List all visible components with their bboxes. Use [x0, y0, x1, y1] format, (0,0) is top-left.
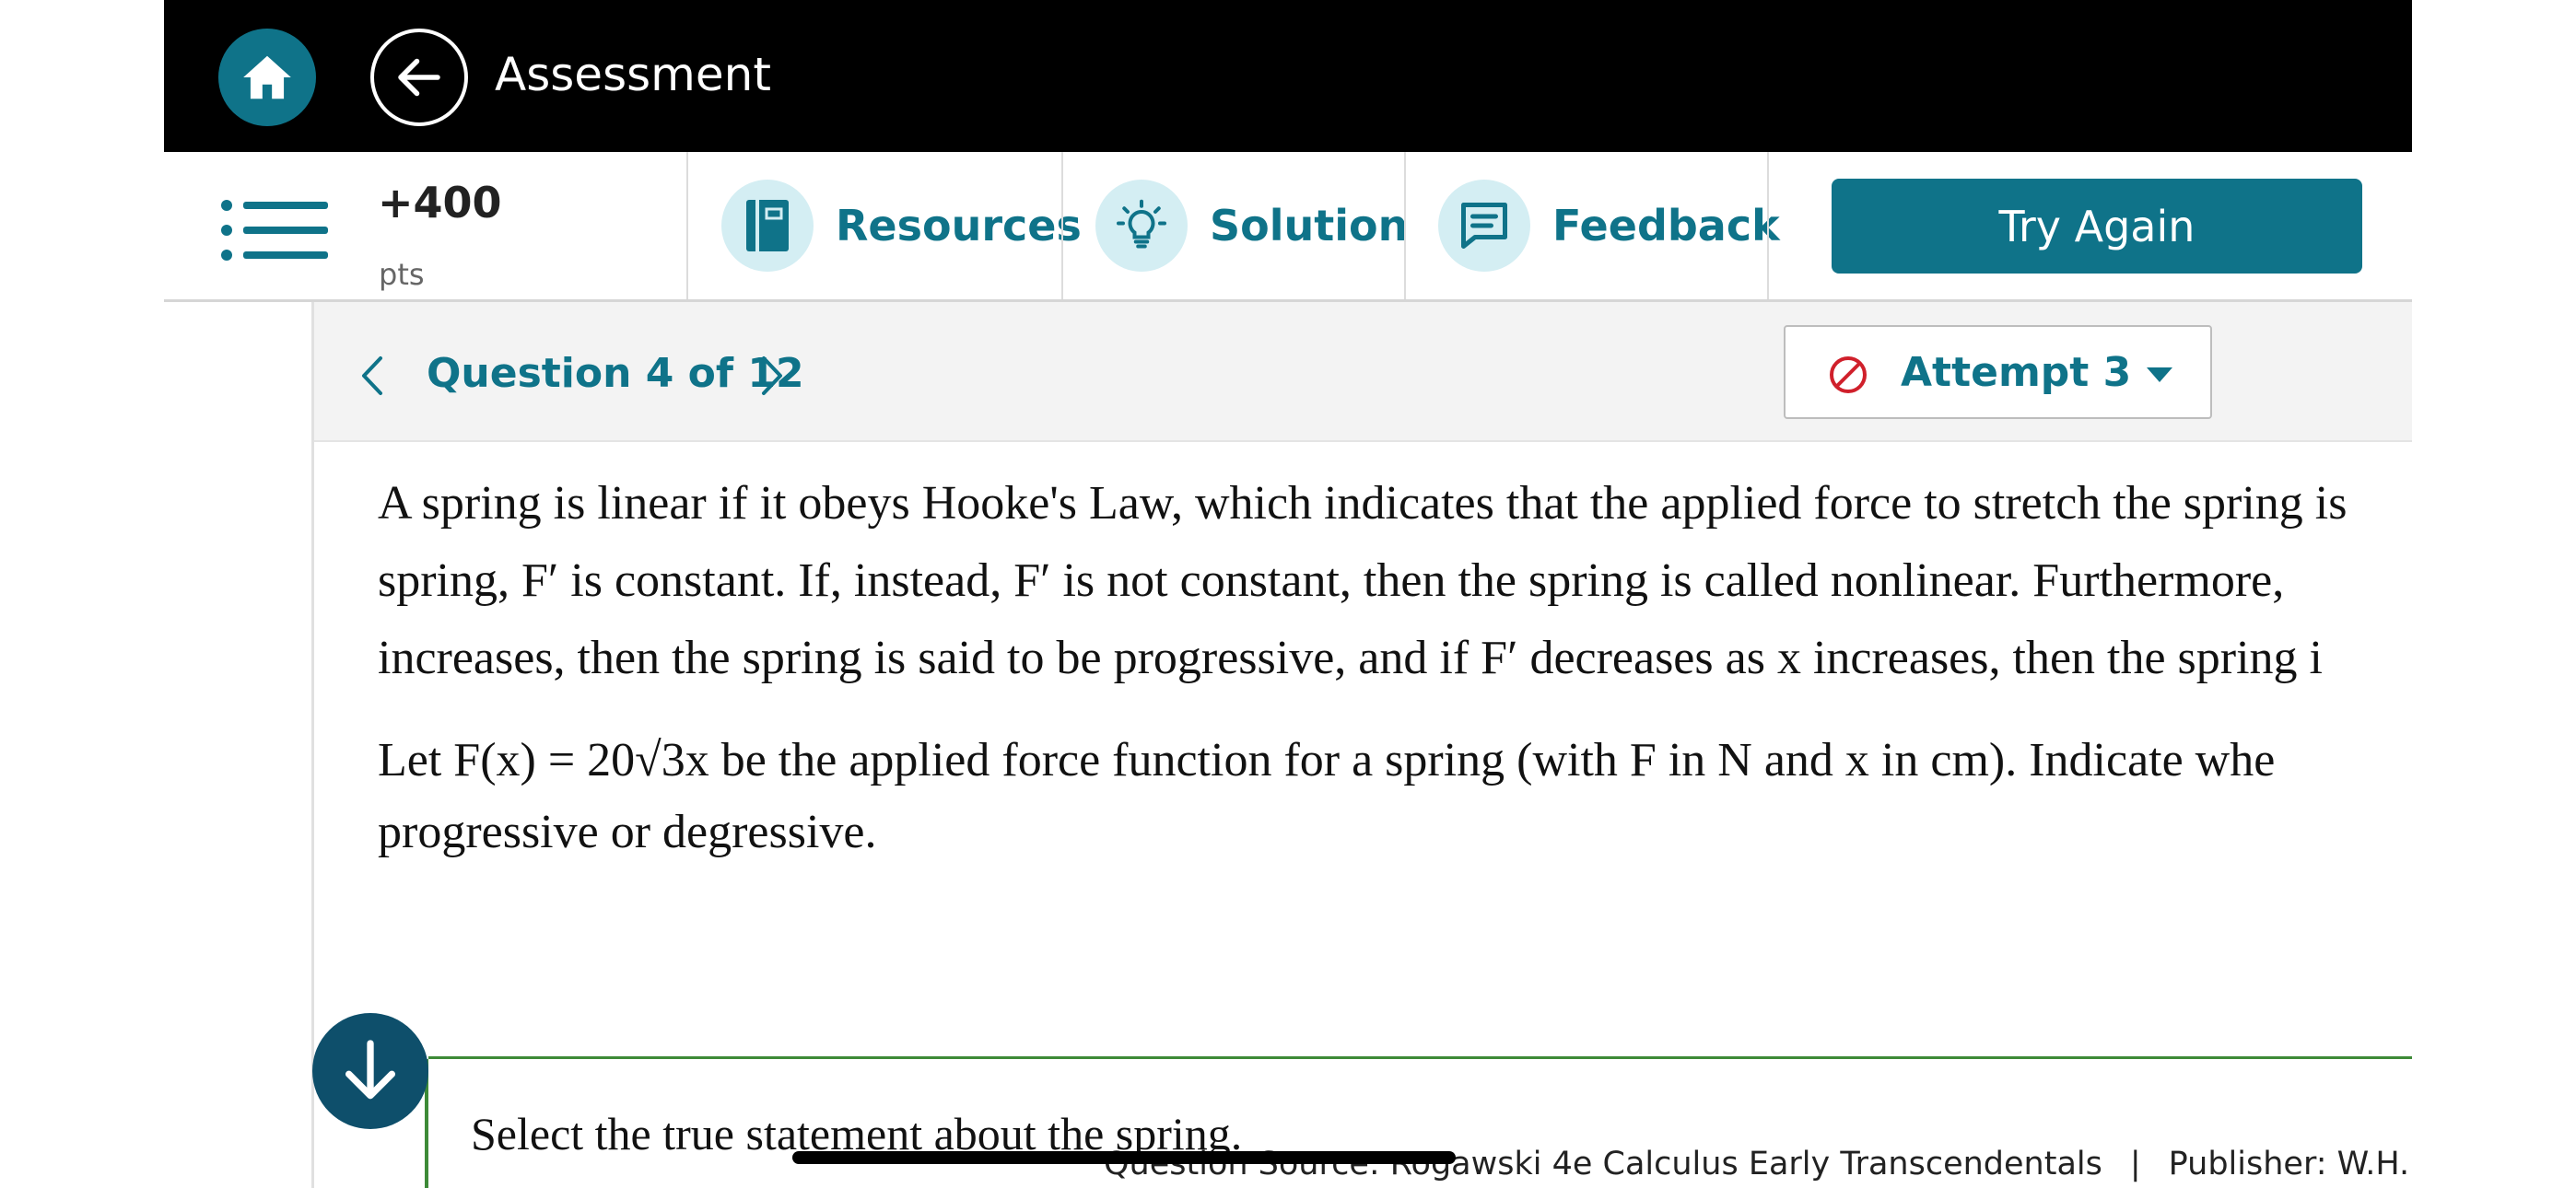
scroll-down-button[interactable] [312, 1013, 428, 1129]
ban-icon [1830, 356, 1867, 393]
points-value: +400 [378, 178, 502, 227]
attempt-label: Attempt 3 [1901, 349, 2132, 396]
solution-icon-circle [1095, 180, 1188, 272]
resources-icon-circle [721, 180, 814, 272]
question-text: A spring is linear if it obeys Hooke's L… [378, 465, 2412, 868]
toolbar: +400 pts Resources Solution Feedback Try… [164, 152, 2412, 302]
toolbar-divider [686, 152, 688, 299]
toolbar-divider [1767, 152, 1769, 299]
caret-down-icon [2147, 367, 2172, 382]
resources-label: Resources [836, 201, 1082, 250]
question-line: Let F(x) = 20√3x be the applied force fu… [378, 734, 2276, 786]
attempt-dropdown[interactable]: Attempt 3 [1784, 325, 2212, 419]
resources-button[interactable]: Resources [721, 180, 1082, 272]
feedback-label: Feedback [1552, 201, 1780, 250]
try-again-button[interactable]: Try Again [1832, 179, 2362, 274]
top-header: Assessment [164, 0, 2412, 152]
page-title: Assessment [495, 48, 771, 101]
solution-label: Solution [1210, 201, 1409, 250]
question-line: A spring is linear if it obeys Hooke's L… [378, 477, 2348, 530]
back-button[interactable] [370, 29, 468, 126]
publisher-text: Publisher: W.H. Freeman [2168, 1146, 2412, 1182]
book-icon [746, 200, 789, 251]
message-icon [1461, 203, 1507, 249]
points-unit: pts [379, 257, 425, 292]
question-line: spring, F′ is constant. If, instead, F′ … [378, 554, 2285, 607]
question-nav-bar: Question 4 of 12 Attempt 3 [314, 302, 2412, 442]
list-icon [221, 200, 328, 261]
arrow-left-icon [398, 58, 440, 97]
feedback-button[interactable]: Feedback [1438, 180, 1780, 272]
menu-button[interactable] [219, 198, 330, 262]
lightbulb-icon [1117, 199, 1166, 249]
question-line: increases, then the spring is said to be… [378, 632, 2324, 684]
question-line: progressive or degressive. [378, 806, 877, 858]
feedback-icon-circle [1438, 180, 1530, 272]
home-icon [243, 55, 291, 99]
question-counter[interactable]: Question 4 of 12 [427, 350, 804, 397]
answer-border-top [428, 1056, 2412, 1059]
chevron-left-icon[interactable] [355, 353, 388, 399]
arrow-down-icon [345, 1040, 395, 1100]
home-button[interactable] [218, 29, 316, 126]
home-indicator[interactable] [792, 1151, 1456, 1164]
toolbar-divider [1061, 152, 1063, 299]
toolbar-divider [1404, 152, 1406, 299]
assessment-app: Assessment +400 pts Resources Solution F… [164, 0, 2412, 1188]
chevron-right-icon[interactable] [756, 353, 790, 399]
solution-button[interactable]: Solution [1095, 180, 1408, 272]
